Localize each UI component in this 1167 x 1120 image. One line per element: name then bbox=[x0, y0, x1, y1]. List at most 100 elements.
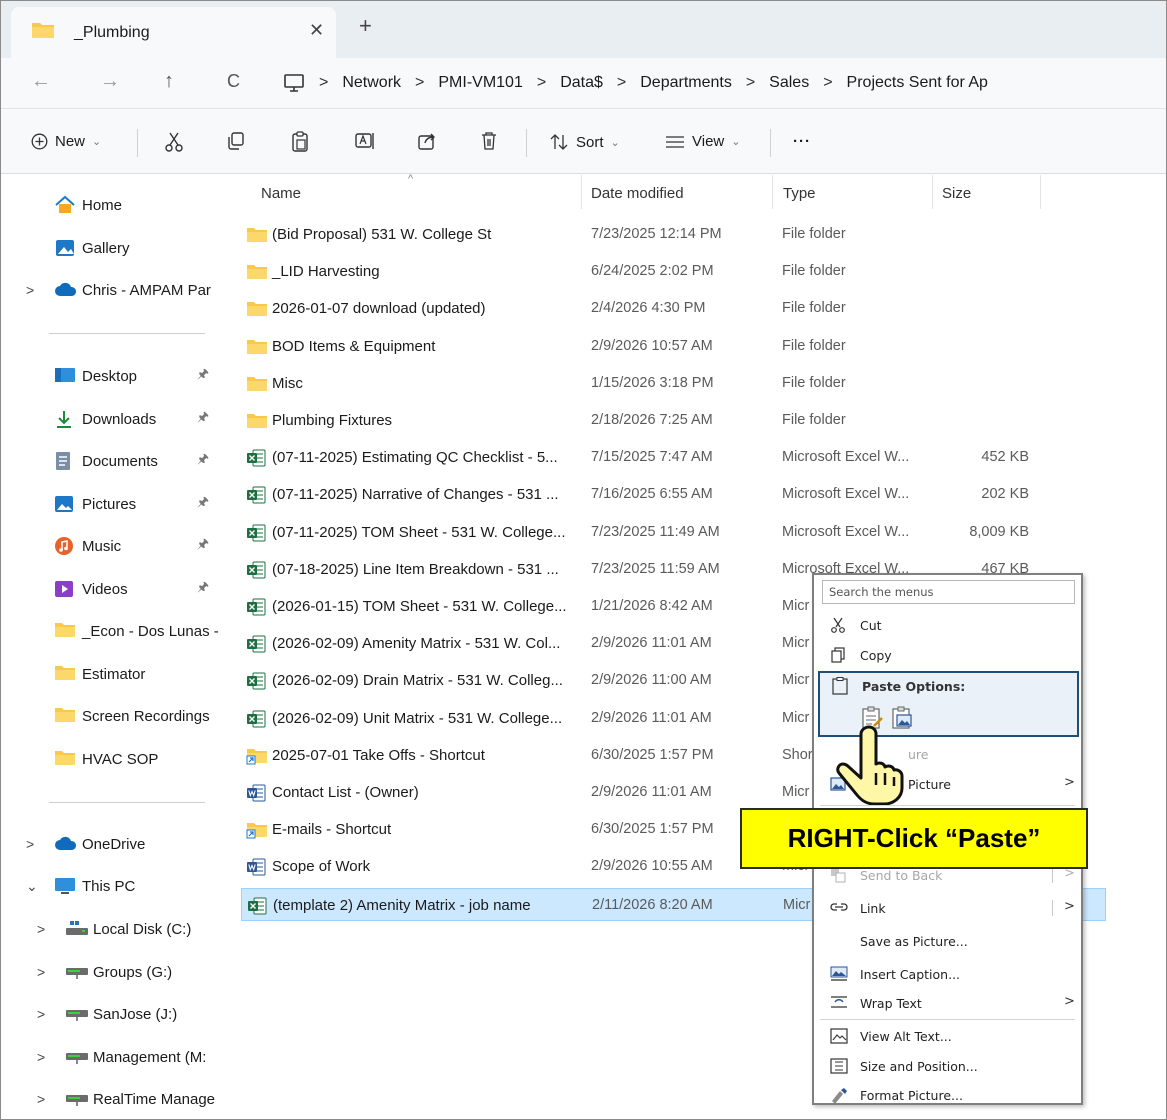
file-row[interactable]: _LID Harvesting 6/24/2025 2:02 PM File fol… bbox=[241, 255, 1106, 288]
file-date: 1/21/2026 8:42 AM bbox=[591, 598, 713, 614]
menu-search-input[interactable]: Search the menus bbox=[822, 580, 1075, 604]
sidebar-item-pictures[interactable]: Pictures 🖈 bbox=[1, 486, 223, 522]
sidebar-item-local-disk[interactable]: > Local Disk (C:) bbox=[1, 911, 223, 947]
this-pc-icon[interactable] bbox=[283, 73, 305, 93]
column-header-date[interactable]: Date modified bbox=[591, 185, 684, 202]
new-tab-button[interactable]: + bbox=[359, 13, 372, 39]
chevron-right-icon[interactable]: > bbox=[37, 1049, 45, 1065]
sidebar-item-onedrive[interactable]: > OneDrive bbox=[1, 826, 223, 862]
column-divider[interactable] bbox=[1040, 175, 1041, 209]
split-divider bbox=[1052, 867, 1053, 883]
sidebar-item-desktop[interactable]: Desktop 🖈 bbox=[1, 358, 223, 394]
sidebar-item-documents[interactable]: Documents 🖈 bbox=[1, 443, 223, 479]
back-button[interactable]: ← bbox=[31, 70, 51, 93]
breadcrumb-departments[interactable]: Departments bbox=[640, 74, 732, 92]
delete-icon[interactable] bbox=[480, 131, 498, 151]
sidebar-item-label: This PC bbox=[82, 877, 136, 895]
more-options-button[interactable]: ··· bbox=[793, 133, 811, 150]
more-options-icon: ··· bbox=[793, 133, 811, 150]
forward-button[interactable]: → bbox=[100, 70, 120, 93]
sidebar-item-hvac-sop[interactable]: HVAC SOP bbox=[1, 741, 223, 777]
file-size: 452 KB bbox=[981, 449, 1029, 465]
file-date: 7/15/2025 7:47 AM bbox=[591, 449, 713, 465]
rename-icon[interactable] bbox=[354, 131, 376, 151]
file-row[interactable]: (07-11-2025) Estimating QC Checklist - 5… bbox=[241, 441, 1106, 474]
share-icon[interactable] bbox=[417, 131, 437, 151]
sort-button[interactable]: Sort ⌄ bbox=[549, 133, 620, 151]
cut-icon[interactable] bbox=[164, 131, 184, 153]
toolbar-divider bbox=[526, 129, 527, 157]
menu-item-wrap-text[interactable]: Wrap Text > bbox=[814, 989, 1081, 1017]
file-row[interactable]: (Bid Proposal) 531 W. College St 7/23/202… bbox=[241, 218, 1106, 251]
file-name: Misc bbox=[272, 375, 303, 392]
word-icon bbox=[246, 858, 266, 880]
column-header-name[interactable]: Name bbox=[261, 185, 301, 202]
callout-text: RIGHT-Click “Paste” bbox=[787, 823, 1041, 853]
chevron-right-icon[interactable]: > bbox=[37, 921, 45, 937]
sidebar-item-management-drive[interactable]: > Management (M: bbox=[1, 1039, 223, 1075]
sidebar-item-label: Groups (G:) bbox=[93, 963, 173, 981]
file-row[interactable]: 2026-01-07 download (updated) 2/4/2026 4:… bbox=[241, 292, 1106, 325]
sidebar-item-chris-ampam[interactable]: > Chris - AMPAM Par bbox=[1, 272, 223, 308]
up-button[interactable]: ↑ bbox=[164, 70, 174, 93]
close-tab-icon[interactable]: ✕ bbox=[309, 20, 324, 41]
breadcrumb-separator: > bbox=[616, 74, 627, 91]
menu-item-link[interactable]: Link > bbox=[814, 894, 1081, 922]
chevron-right-icon[interactable]: > bbox=[26, 282, 34, 298]
excel-icon bbox=[246, 486, 266, 508]
refresh-button[interactable]: C bbox=[227, 71, 240, 92]
chevron-right-icon[interactable]: > bbox=[37, 964, 45, 980]
menu-item-view-alt-text[interactable]: View Alt Text... bbox=[814, 1022, 1081, 1050]
menu-item-label: Wrap Text bbox=[860, 996, 922, 1011]
sidebar-item-videos[interactable]: Videos 🖈 bbox=[1, 571, 223, 607]
column-divider[interactable] bbox=[772, 175, 773, 209]
menu-item-format-picture[interactable]: Format Picture... bbox=[814, 1081, 1081, 1109]
sidebar-item-gallery[interactable]: Gallery bbox=[1, 230, 223, 266]
breadcrumb-projects[interactable]: Projects Sent for Ap bbox=[847, 74, 988, 92]
column-divider[interactable] bbox=[581, 175, 582, 209]
column-header-size[interactable]: Size bbox=[942, 185, 971, 202]
menu-item-copy[interactable]: Copy bbox=[814, 641, 1081, 669]
copy-icon[interactable] bbox=[226, 131, 246, 151]
sidebar-item-music[interactable]: Music 🖈 bbox=[1, 528, 223, 564]
breadcrumb-sales[interactable]: Sales bbox=[769, 74, 809, 92]
file-type: Micr bbox=[782, 710, 810, 726]
sidebar-item-screen-recordings[interactable]: Screen Recordings bbox=[1, 698, 223, 734]
sidebar-item-realtime-drive[interactable]: > RealTime Manage bbox=[1, 1081, 223, 1117]
size-position-icon bbox=[830, 1058, 848, 1074]
chevron-down-icon[interactable]: ⌄ bbox=[26, 878, 38, 895]
pin-icon: 🖈 bbox=[197, 536, 210, 551]
sidebar-item-label: Local Disk (C:) bbox=[93, 920, 192, 938]
sort-direction-icon: ^ bbox=[408, 173, 414, 185]
column-header-type[interactable]: Type bbox=[783, 185, 816, 202]
breadcrumb-network[interactable]: Network bbox=[342, 74, 401, 92]
sidebar-item-this-pc[interactable]: ⌄ This PC bbox=[1, 868, 223, 904]
file-row[interactable]: (07-11-2025) Narrative of Changes - 531 … bbox=[241, 478, 1106, 511]
file-row[interactable]: Plumbing Fixtures 2/18/2026 7:25 AM File f… bbox=[241, 404, 1106, 437]
chevron-right-icon[interactable]: > bbox=[37, 1091, 45, 1107]
file-row[interactable]: Misc 1/15/2026 3:18 PM File folder bbox=[241, 367, 1106, 400]
sidebar-item-downloads[interactable]: Downloads 🖈 bbox=[1, 401, 223, 437]
paste-icon[interactable] bbox=[291, 131, 309, 153]
sidebar-item-sanjose-drive[interactable]: > SanJose (J:) bbox=[1, 996, 223, 1032]
tab-plumbing[interactable]: _Plumbing ✕ bbox=[11, 7, 336, 58]
chevron-right-icon[interactable]: > bbox=[26, 836, 34, 852]
breadcrumb-share[interactable]: Data$ bbox=[560, 74, 603, 92]
pin-icon: 🖈 bbox=[197, 494, 210, 509]
chevron-right-icon[interactable]: > bbox=[37, 1006, 45, 1022]
file-row[interactable]: BOD Items & Equipment 2/9/2026 10:57 AM Fi… bbox=[241, 330, 1106, 363]
menu-item-size-and-position[interactable]: Size and Position... bbox=[814, 1052, 1081, 1080]
menu-item-cut[interactable]: Cut bbox=[814, 611, 1081, 639]
new-button[interactable]: New ⌄ bbox=[31, 133, 101, 150]
excel-icon bbox=[246, 635, 266, 657]
sidebar-item-groups-drive[interactable]: > Groups (G:) bbox=[1, 954, 223, 990]
breadcrumb-server[interactable]: PMI-VM101 bbox=[438, 74, 522, 92]
menu-item-save-as-picture[interactable]: Save as Picture... bbox=[814, 927, 1081, 955]
sidebar-item-home[interactable]: Home bbox=[1, 187, 223, 223]
view-button[interactable]: View ⌄ bbox=[665, 133, 740, 150]
file-row[interactable]: (07-11-2025) TOM Sheet - 531 W. College.… bbox=[241, 516, 1106, 549]
sidebar-item-estimator[interactable]: Estimator bbox=[1, 656, 223, 692]
menu-item-insert-caption[interactable]: Insert Caption... bbox=[814, 960, 1081, 988]
sidebar-item-econ-dos-lunas[interactable]: _Econ - Dos Lunas - bbox=[1, 613, 223, 649]
column-divider[interactable] bbox=[932, 175, 933, 209]
